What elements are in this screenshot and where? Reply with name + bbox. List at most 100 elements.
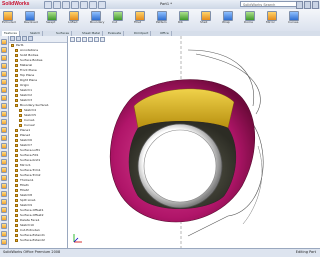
heads-up-view-toolbar — [70, 37, 105, 42]
left-toolbar-tool-icon[interactable] — [1, 127, 7, 133]
feature-icon — [15, 74, 18, 77]
left-toolbar-tool-icon[interactable] — [1, 223, 7, 229]
left-toolbar-tool-icon[interactable] — [1, 135, 7, 141]
left-toolbar-tool-icon[interactable] — [1, 47, 7, 53]
feature-icon — [15, 144, 18, 147]
feature-icon — [19, 124, 22, 127]
left-toolbar-tool-icon[interactable] — [1, 239, 7, 245]
feature-icon — [19, 119, 22, 122]
feature-icon — [15, 139, 18, 142]
left-toolbar-tool-icon[interactable] — [1, 87, 7, 93]
feature-icon — [15, 209, 18, 212]
left-toolbar-tool-icon[interactable] — [1, 95, 7, 101]
feature-icon — [15, 89, 18, 92]
feature-icon — [15, 49, 18, 52]
left-toolbar-tool-icon[interactable] — [1, 199, 7, 205]
tool-label: Curves — [288, 20, 299, 24]
feature-icon — [15, 219, 18, 222]
feature-icon — [15, 59, 18, 62]
dimxpert-tab-icon[interactable] — [28, 36, 33, 41]
feature-icon — [15, 159, 18, 162]
left-toolbar-tool-icon[interactable] — [1, 39, 7, 45]
feature-icon — [15, 199, 18, 202]
search-input[interactable]: SolidWorks Search — [240, 1, 302, 7]
status-text: SolidWorks Office Premium 2008 — [3, 250, 61, 254]
minimize-button[interactable] — [296, 1, 303, 9]
view-orientation-icon[interactable] — [94, 37, 99, 42]
feature-icon — [15, 54, 18, 57]
tool-label: Extruded — [2, 20, 16, 24]
tree-item-label: Surface-Extend2 — [20, 238, 45, 242]
left-toolbar-tool-icon[interactable] — [1, 111, 7, 117]
model-canvas[interactable] — [68, 36, 320, 248]
left-toolbar-tool-icon[interactable] — [1, 55, 7, 61]
tree-items: Part1 Annotations Solid Bodies Surface Bodi… — [9, 43, 67, 243]
ring-inner — [143, 129, 217, 203]
left-toolbar-tool-icon[interactable] — [1, 215, 7, 221]
left-toolbar-tool-icon[interactable] — [1, 207, 7, 213]
tool-label: Revolved — [24, 20, 38, 24]
print-icon[interactable] — [71, 1, 79, 9]
feature-icon — [15, 99, 18, 102]
feature-icon — [15, 179, 18, 182]
left-toolbar-tool-icon[interactable] — [1, 167, 7, 173]
graphics-viewport[interactable] — [68, 36, 320, 248]
feature-icon — [15, 169, 18, 172]
tool-label: Pattern — [156, 20, 167, 24]
command-manager: Extruded Revolved Swept Lofted Boundary Cut Fi… — [0, 9, 320, 32]
tool-label: Fillet — [134, 20, 142, 24]
maximize-button[interactable] — [304, 1, 311, 9]
tool-label: Swept — [46, 20, 56, 24]
previous-view-icon[interactable] — [82, 37, 87, 42]
new-icon[interactable] — [44, 1, 52, 9]
feature-icon — [15, 174, 18, 177]
left-toolbar-tool-icon[interactable] — [1, 103, 7, 109]
save-icon[interactable] — [62, 1, 70, 9]
tree-header — [9, 36, 67, 43]
tool-label: Lofted — [68, 20, 78, 24]
section-view-icon[interactable] — [88, 37, 93, 42]
feature-icon — [15, 104, 18, 107]
feature-icon — [15, 214, 18, 217]
close-button[interactable] — [312, 1, 319, 9]
left-toolbar-tool-icon[interactable] — [1, 143, 7, 149]
property-manager-tab-icon[interactable] — [16, 36, 21, 41]
zoom-fit-icon[interactable] — [70, 37, 75, 42]
left-toolbar-tool-icon[interactable] — [1, 119, 7, 125]
app-logo[interactable]: SolidWorks — [2, 1, 29, 7]
left-toolbar-tool-icon[interactable] — [1, 175, 7, 181]
reference-triad-icon — [73, 234, 82, 243]
open-icon[interactable] — [53, 1, 61, 9]
left-toolbar-tool-icon[interactable] — [1, 151, 7, 157]
feature-icon — [15, 189, 18, 192]
feature-icon — [15, 129, 18, 132]
feature-icon — [19, 114, 22, 117]
left-toolbar — [0, 36, 9, 248]
tool-label: Shell — [200, 20, 208, 24]
left-toolbar-tool-icon[interactable] — [1, 231, 7, 237]
feature-icon — [15, 84, 18, 87]
feature-icon — [15, 229, 18, 232]
left-toolbar-tool-icon[interactable] — [1, 63, 7, 69]
left-toolbar-tool-icon[interactable] — [1, 183, 7, 189]
options-icon[interactable] — [98, 1, 106, 9]
left-toolbar-tool-icon[interactable] — [1, 79, 7, 85]
left-toolbar-tool-icon[interactable] — [1, 71, 7, 77]
tree-item[interactable]: Surface-Extend2 — [9, 238, 67, 243]
feature-manager-tab-icon[interactable] — [10, 36, 15, 41]
undo-icon[interactable] — [80, 1, 88, 9]
feature-icon — [15, 164, 18, 167]
left-toolbar-tool-icon[interactable] — [1, 159, 7, 165]
rebuild-icon[interactable] — [89, 1, 97, 9]
feature-icon — [15, 234, 18, 237]
feature-icon — [15, 134, 18, 137]
zoom-area-icon[interactable] — [76, 37, 81, 42]
configuration-manager-tab-icon[interactable] — [22, 36, 27, 41]
feature-icon — [19, 109, 22, 112]
feature-icon — [15, 69, 18, 72]
window-title: Part1 * — [160, 2, 172, 6]
display-style-icon[interactable] — [100, 37, 105, 42]
left-toolbar-tool-icon[interactable] — [1, 191, 7, 197]
tool-label: Dome — [244, 20, 253, 24]
quick-access-toolbar — [44, 1, 106, 9]
